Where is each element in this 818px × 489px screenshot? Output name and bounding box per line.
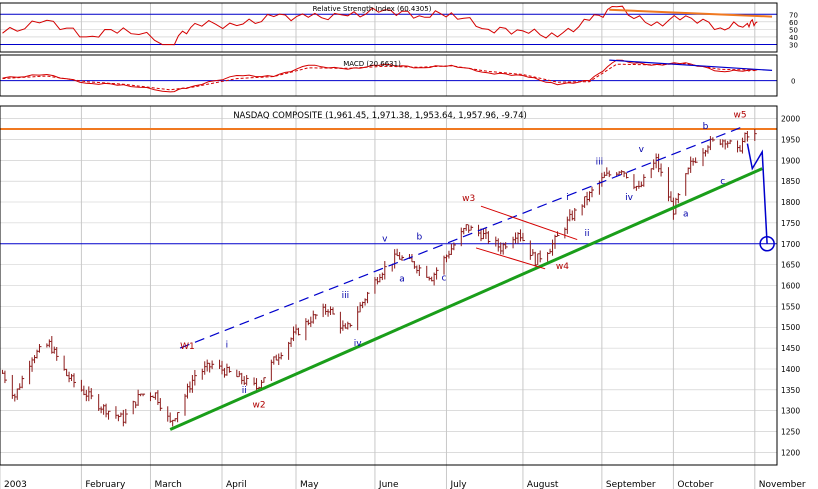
price-tick-label: 1200 <box>781 448 800 457</box>
macd-tick-label: 0 <box>791 78 795 86</box>
price-tick-label: 1750 <box>781 219 800 228</box>
price-tick-label: 1450 <box>781 344 800 353</box>
macd-y-tick-labels: 0 <box>791 78 795 86</box>
price-tick-label: 1850 <box>781 177 800 186</box>
wave-label: w4 <box>556 262 569 272</box>
x-axis-month-label: February <box>85 480 126 489</box>
rsi-tick-label: 30 <box>789 41 798 49</box>
wave-label: v <box>382 235 388 245</box>
price-tick-label: 2000 <box>781 115 800 124</box>
price-tick-label: 1800 <box>781 198 800 207</box>
x-axis-month-label: 2003 <box>4 480 27 489</box>
wave-label: b <box>703 122 709 132</box>
wave-label: iv <box>354 339 363 349</box>
wave-label: ii <box>585 229 590 239</box>
x-axis-month-label: May <box>300 480 319 489</box>
wave-label: W1 <box>180 342 195 352</box>
wave-label: w2 <box>252 400 265 410</box>
x-axis-month-label: April <box>226 480 247 489</box>
x-axis-month-label: August <box>527 480 559 489</box>
wave-label: a <box>399 274 405 284</box>
wave-label: iii <box>596 157 604 167</box>
wave-label: c <box>720 177 725 187</box>
wave-label: v <box>639 145 645 155</box>
price-tick-label: 1350 <box>781 386 800 395</box>
wave-label: ii <box>242 386 247 396</box>
price-tick-label: 1400 <box>781 365 800 374</box>
rsi-title: Relative Strength Index (60.4305) <box>313 5 432 13</box>
macd-title: MACD (20.6631) <box>343 60 401 68</box>
price-tick-label: 1500 <box>781 323 800 332</box>
x-axis-month-label: September <box>606 480 656 489</box>
price-title: NASDAQ COMPOSITE (1,961.45, 1,971.38, 1,… <box>233 111 527 121</box>
wave-label: iv <box>625 193 634 203</box>
wave-label: iii <box>342 291 350 301</box>
price-tick-label: 1650 <box>781 261 800 270</box>
wave-label: i <box>566 193 569 203</box>
x-axis-month-label: October <box>677 480 713 489</box>
wave-label: c <box>442 273 447 283</box>
price-tick-label: 1900 <box>781 156 800 165</box>
wave-label: b <box>416 233 422 243</box>
x-axis-month-label: June <box>378 480 399 489</box>
price-tick-label: 1700 <box>781 240 800 249</box>
chart-background <box>0 0 818 489</box>
nasdaq-elliott-wave-chart: Relative Strength Index (60.4305) 706050… <box>0 0 818 489</box>
x-axis-month-label: March <box>154 480 181 489</box>
price-tick-label: 1600 <box>781 282 800 291</box>
price-tick-label: 1250 <box>781 428 800 437</box>
price-tick-label: 1950 <box>781 135 800 144</box>
rsi-y-tick-labels: 7060504030 <box>789 11 798 49</box>
price-tick-label: 1300 <box>781 407 800 416</box>
wave-label: a <box>683 210 689 220</box>
wave-label: w5 <box>733 111 746 121</box>
price-tick-label: 1550 <box>781 302 800 311</box>
x-axis-month-label: July <box>449 480 467 489</box>
wave-label: i <box>226 340 229 350</box>
wave-label: w3 <box>462 194 475 204</box>
x-axis-month-label: November <box>759 480 806 489</box>
